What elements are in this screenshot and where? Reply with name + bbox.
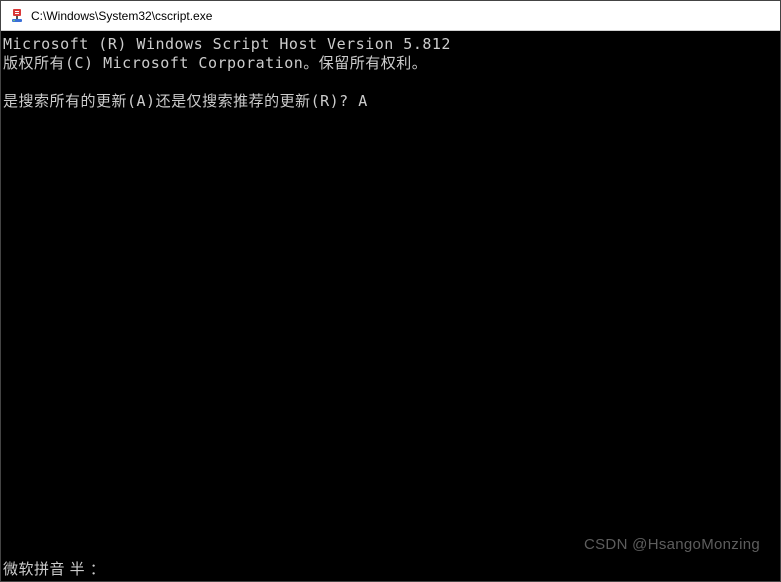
csdn-watermark: CSDN @HsangoMonzing	[584, 536, 760, 553]
prompt-user-input: A	[358, 92, 368, 111]
prompt-question-text: 是搜索所有的更新(A)还是仅搜索推荐的更新(R)?	[3, 92, 358, 111]
update-search-prompt: 是搜索所有的更新(A)还是仅搜索推荐的更新(R)? A	[3, 92, 778, 111]
cscript-app-icon	[9, 8, 25, 24]
ime-status-bar: 微软拼音 半 ：	[3, 558, 105, 579]
terminal-output[interactable]: Microsoft (R) Windows Script Host Versio…	[1, 31, 780, 581]
blank-line	[3, 73, 778, 92]
window-title: C:\Windows\System32\cscript.exe	[31, 9, 212, 23]
script-host-header: Microsoft (R) Windows Script Host Versio…	[3, 35, 778, 54]
copyright-line: 版权所有(C) Microsoft Corporation。保留所有权利。	[3, 54, 778, 73]
window-title-bar[interactable]: C:\Windows\System32\cscript.exe	[1, 1, 780, 31]
